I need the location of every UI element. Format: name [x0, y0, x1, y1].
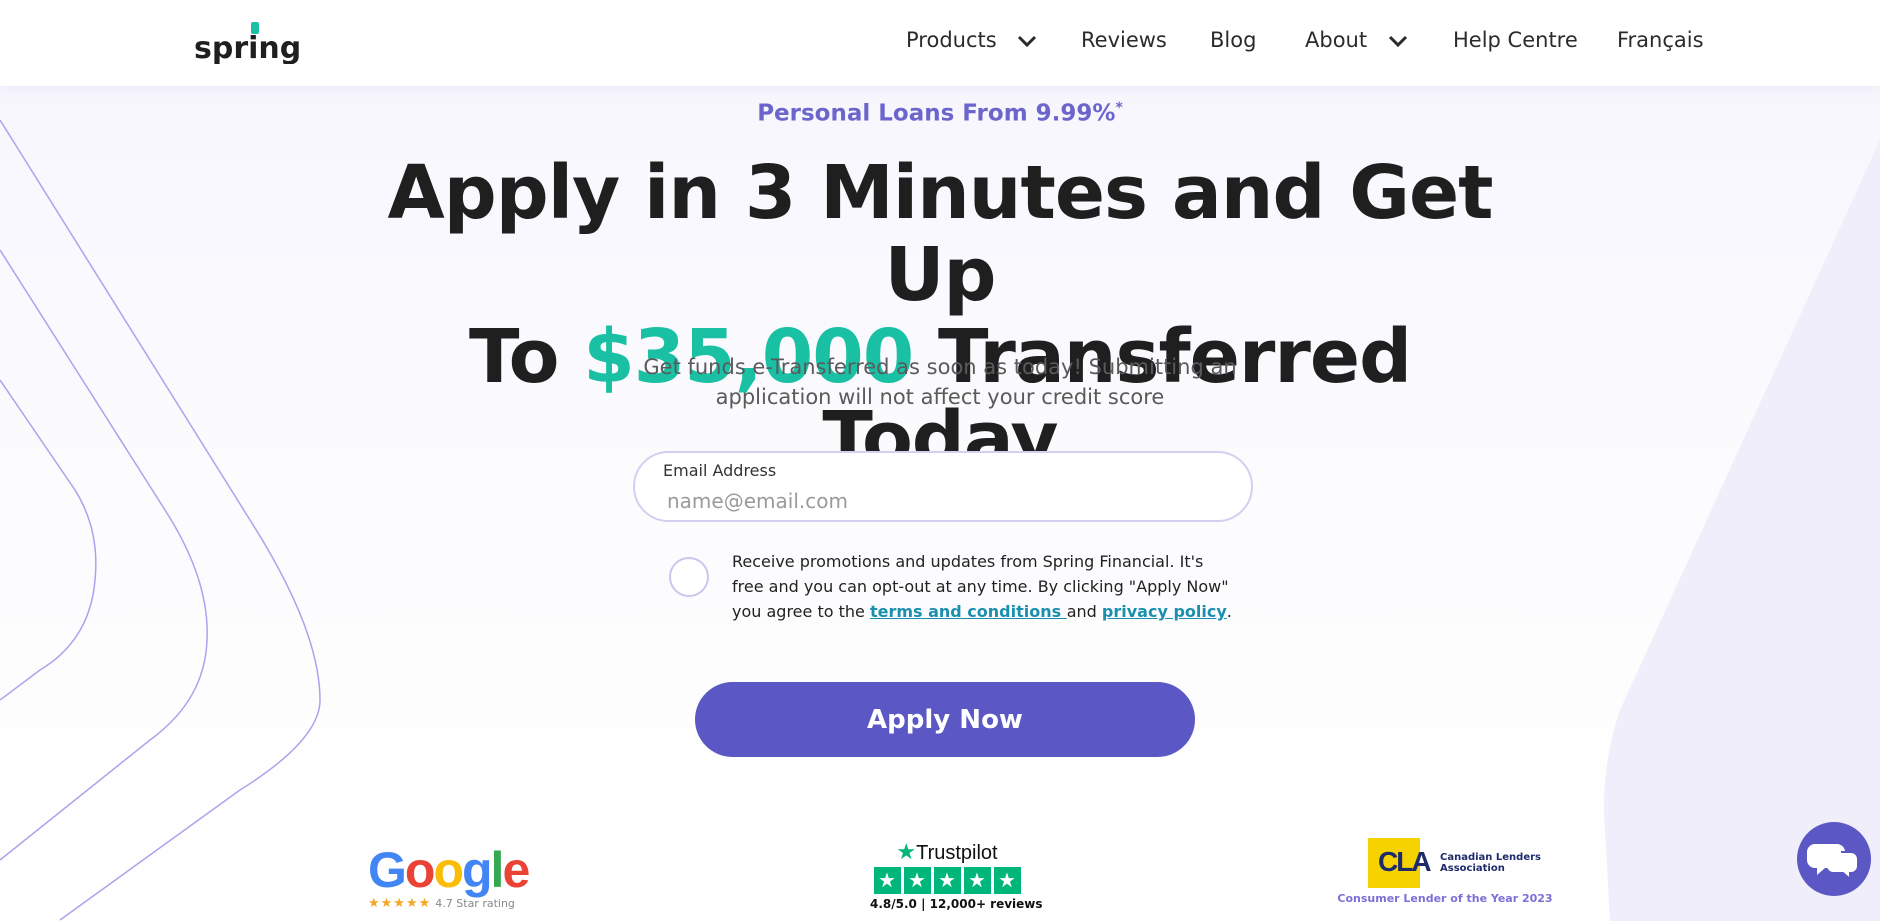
hero-section: Personal Loans From 9.99%* Apply in 3 Mi… — [0, 0, 1880, 921]
nav-products-label: Products — [906, 28, 997, 52]
hero-subtext: Get funds e-Transferred as soon as today… — [643, 355, 1237, 409]
trustpilot-logo: ★Trustpilot — [870, 840, 1024, 865]
nav-help-centre[interactable]: Help Centre — [1453, 28, 1578, 52]
email-field[interactable]: Email Address — [633, 451, 1253, 522]
star-icon: ★ — [963, 867, 991, 894]
cla-award-text: Consumer Lender of the Year 2023 — [1337, 892, 1553, 905]
nav-language-label: Français — [1617, 28, 1704, 52]
star-icon: ★ — [903, 867, 931, 894]
star-icon: ★ — [993, 867, 1021, 894]
google-rating-badge: Google ★★★★★ 4.7 Star rating — [368, 842, 530, 911]
trustpilot-stars: ★ ★ ★ ★ ★ — [870, 867, 1024, 894]
consent-checkbox[interactable] — [669, 557, 709, 597]
site-header: spring Products Reviews Blog About Help … — [0, 0, 1880, 86]
nav-about-label: About — [1305, 28, 1368, 52]
email-label: Email Address — [663, 461, 777, 480]
headline-line2-prefix: To — [468, 314, 584, 400]
nav-blog-label: Blog — [1210, 28, 1257, 52]
chevron-down-icon — [1388, 35, 1407, 48]
privacy-policy-link[interactable]: privacy policy — [1102, 602, 1227, 621]
promo-tagline: Personal Loans From 9.99%* — [0, 100, 1880, 127]
consent-text: Receive promotions and updates from Spri… — [732, 549, 1232, 624]
email-input[interactable] — [665, 486, 1229, 516]
chat-bubbles-icon — [1807, 844, 1859, 882]
apply-now-button[interactable]: Apply Now — [695, 682, 1195, 757]
promo-text: Personal Loans From 9.99% — [757, 100, 1116, 127]
star-icon: ★ — [933, 867, 961, 894]
chat-button[interactable] — [1797, 822, 1871, 896]
trustpilot-badge: ★Trustpilot ★ ★ ★ ★ ★ 4.8/5.0 | 12,000+ … — [870, 840, 1043, 911]
star-icon: ★ — [873, 867, 901, 894]
headline-line1: Apply in 3 Minutes and Get Up — [387, 150, 1493, 318]
trustpilot-stats: 4.8/5.0 | 12,000+ reviews — [870, 897, 1043, 911]
google-logo: Google — [368, 842, 530, 898]
nav-help-centre-label: Help Centre — [1453, 28, 1578, 52]
chevron-down-icon — [1018, 35, 1037, 48]
google-rating-text: 4.7 Star rating — [435, 897, 515, 910]
nav-language[interactable]: Français — [1617, 28, 1704, 52]
promo-footnote-mark: * — [1115, 100, 1123, 116]
consent-and: and — [1066, 602, 1102, 621]
star-rating-icon: ★★★★★ — [368, 896, 432, 911]
consent-end: . — [1226, 602, 1232, 621]
page-headline: Apply in 3 Minutes and Get Up To $35,000… — [340, 152, 1540, 480]
nav-reviews-label: Reviews — [1081, 28, 1167, 52]
terms-link[interactable]: terms and conditions — [870, 602, 1067, 621]
main-nav: Products Reviews Blog About Help Centre … — [0, 0, 1880, 86]
cla-abbr: CLA — [1378, 846, 1432, 877]
nav-reviews[interactable]: Reviews — [1081, 28, 1167, 52]
cla-name: Canadian Lenders Association — [1440, 852, 1541, 874]
nav-about[interactable]: About — [1305, 28, 1408, 52]
nav-blog[interactable]: Blog — [1210, 28, 1256, 52]
trustpilot-title: Trustpilot — [916, 842, 998, 864]
nav-products[interactable]: Products — [906, 28, 1037, 52]
trustpilot-star-icon: ★ — [896, 840, 917, 865]
google-rating: ★★★★★ 4.7 Star rating — [368, 896, 523, 911]
